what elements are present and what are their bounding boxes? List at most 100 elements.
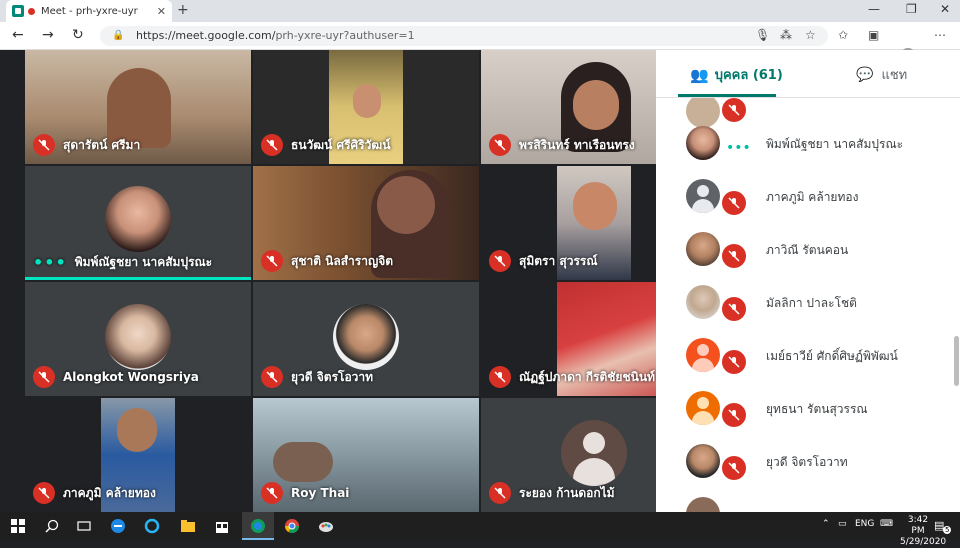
participant-avatar (686, 232, 720, 266)
store-icon[interactable] (214, 518, 230, 534)
video-tile[interactable]: ยุวดี จิตรโอวาท (253, 282, 479, 396)
participant-name: Alongkot Wongsriya (63, 370, 199, 384)
list-item[interactable]: เมย์ธาวีย์ ศักดิ์ศิษฏ์พิพัฒน์ (656, 328, 950, 381)
chrome-icon[interactable] (284, 518, 300, 534)
tile-label: พรสิรินทร์ ทาเรือนทรง (489, 134, 635, 156)
participant-name: ภาวิณี รัตนคอน (766, 243, 849, 257)
tile-label: Alongkot Wongsriya (33, 366, 199, 388)
tab-title: Meet - prh-yxre-uyr (41, 5, 138, 17)
video-tile[interactable]: ••• พิมพ์ณัฐชยา นาคสัมปุรณะ (25, 166, 251, 280)
default-avatar (561, 420, 627, 486)
task-view-icon[interactable] (76, 518, 92, 534)
reload-icon[interactable]: ↻ (72, 27, 84, 43)
scrollbar-thumb[interactable] (954, 336, 959, 386)
video-tile[interactable]: ธนวัฒน์ ศรีศิริวัฒน์ (253, 50, 479, 164)
participant-name: ธนวัฒน์ ศรีศิริวัฒน์ (291, 137, 391, 152)
translate-icon[interactable]: ⁂ (780, 28, 792, 42)
list-item[interactable]: ภาวิณี รัตนคอน (656, 222, 950, 275)
participant-name: Roy Thai (291, 486, 350, 500)
paint-icon[interactable] (318, 518, 334, 534)
participant-list: ••• พิมพ์ณัฐชยา นาคสัมปุรณะ ภาคภูมิ คล้า… (656, 98, 960, 512)
mic-off-icon (489, 482, 511, 504)
windows-taskbar: ⌃ ▭ ENG ⌨ 3:42 PM 5/29/2020 ▤ 5 (0, 512, 960, 547)
panel-tabs: 👥 บุคคล (61) 💬 แชท (656, 50, 960, 98)
lock-icon: 🔒 (112, 30, 125, 41)
url-host: https://meet.google.com/ (136, 29, 276, 42)
chat-icon: 💬 (856, 66, 874, 83)
tab-people[interactable]: 👥 บุคคล (61) (690, 64, 783, 85)
participant-name: ณัฏฐ์ปภาดา กีรติชัยชนินท์ (519, 369, 655, 384)
list-item[interactable] (656, 487, 950, 512)
network-icon[interactable]: ▭ (838, 519, 847, 529)
url-path: prh-yxre-uyr?authuser=1 (275, 29, 415, 42)
url-field[interactable]: 🔒 https://meet.google.com/prh-yxre-uyr?a… (100, 26, 828, 46)
participant-face (573, 182, 617, 230)
lang-indicator[interactable]: ENG (855, 519, 874, 529)
edge-browser-icon[interactable] (250, 518, 266, 534)
mic-off-icon (33, 366, 55, 388)
list-item[interactable]: ภาคภูมิ คล้ายทอง (656, 169, 950, 222)
participant-name: สุชาติ นิลสำราญจิต (291, 253, 394, 268)
mic-off-icon (261, 250, 283, 272)
video-tile[interactable]: สุดารัตน์ ศรีมา (25, 50, 251, 164)
mic-off-icon (722, 403, 746, 427)
internet-explorer-icon[interactable] (144, 518, 160, 534)
tile-label: สุดารัตน์ ศรีมา (33, 134, 140, 156)
file-explorer-icon[interactable] (180, 518, 196, 534)
participant-face (273, 442, 333, 482)
browser-tab[interactable]: Meet - prh-yxre-uyr ✕ (6, 0, 172, 22)
browser-tab-bar: Meet - prh-yxre-uyr ✕ + — ❐ ✕ (0, 0, 960, 22)
clock[interactable]: 3:42 PM 5/29/2020 (900, 515, 946, 548)
tile-label: ••• พิมพ์ณัฐชยา นาคสัมปุรณะ (33, 253, 212, 272)
participant-name: ยุวดี จิตรโอวาท (291, 369, 374, 384)
favorite-star-icon[interactable]: ☆ (805, 28, 816, 42)
list-item[interactable]: ยุวดี จิตรโอวาท (656, 434, 950, 487)
collections-icon[interactable]: ▣ (868, 28, 879, 42)
more-menu-icon[interactable]: ⋯ (934, 28, 946, 42)
new-tab-button[interactable]: + (177, 2, 189, 18)
forward-arrow-icon[interactable]: → (42, 27, 54, 43)
participant-name: เมย์ธาวีย์ ศักดิ์ศิษฏ์พิพัฒน์ (766, 349, 898, 363)
participant-avatar (686, 497, 720, 512)
mic-off-icon (489, 134, 511, 156)
mic-off-icon (489, 366, 511, 388)
video-tile[interactable]: Roy Thai (253, 398, 479, 512)
show-hidden-icons-chevron-icon[interactable]: ⌃ (822, 519, 830, 529)
speaking-indicator (25, 277, 251, 280)
active-tab-indicator (678, 94, 776, 97)
back-arrow-icon[interactable]: ← (12, 27, 24, 43)
default-avatar (686, 391, 720, 425)
windows-start-icon[interactable] (10, 518, 26, 534)
favorites-list-icon[interactable]: ✩ (838, 28, 848, 42)
participant-face (117, 408, 157, 452)
keyboard-icon[interactable]: ⌨ (880, 519, 893, 529)
maximize-button[interactable]: ❐ (906, 2, 917, 16)
video-tile[interactable]: Alongkot Wongsriya (25, 282, 251, 396)
list-item[interactable]: ••• พิมพ์ณัฐชยา นาคสัมปุรณะ (656, 116, 950, 169)
close-window-button[interactable]: ✕ (940, 2, 950, 16)
participant-avatar (686, 444, 720, 478)
mic-off-icon (261, 366, 283, 388)
video-tile[interactable]: สุชาติ นิลสำราญจิต (253, 166, 479, 280)
minimize-button[interactable]: — (868, 2, 880, 16)
video-tile[interactable]: ภาคภูมิ คล้ายทอง (25, 398, 251, 512)
close-tab-icon[interactable]: ✕ (157, 5, 166, 18)
tile-label: สุชาติ นิลสำราญจิต (261, 250, 393, 272)
mic-off-icon (722, 244, 746, 268)
list-item[interactable]: มัลลิกา ปาละโชติ (656, 275, 950, 328)
list-item[interactable]: ยุทธนา รัตนสุวรรณ (656, 381, 950, 434)
tab-chat[interactable]: 💬 แชท (856, 64, 907, 85)
mic-off-icon (722, 297, 746, 321)
mic-off-icon (33, 134, 55, 156)
edge-legacy-icon[interactable] (110, 518, 126, 534)
microphone-icon[interactable]: 🎙 (755, 28, 770, 42)
people-icon: 👥 (690, 65, 709, 84)
participant-avatar (105, 304, 171, 370)
participant-name: ภาคภูมิ คล้ายทอง (63, 485, 156, 500)
search-icon[interactable] (44, 518, 60, 534)
chat-tab-label: แชท (881, 68, 908, 83)
mic-off-icon (261, 134, 283, 156)
participants-panel: 👥 บุคคล (61) 💬 แชท ••• พิมพ์ณัฐชยา นาคสั… (656, 50, 960, 512)
participant-name: ยุวดี จิตรโอวาท (766, 455, 848, 469)
tile-label: Roy Thai (261, 482, 349, 504)
